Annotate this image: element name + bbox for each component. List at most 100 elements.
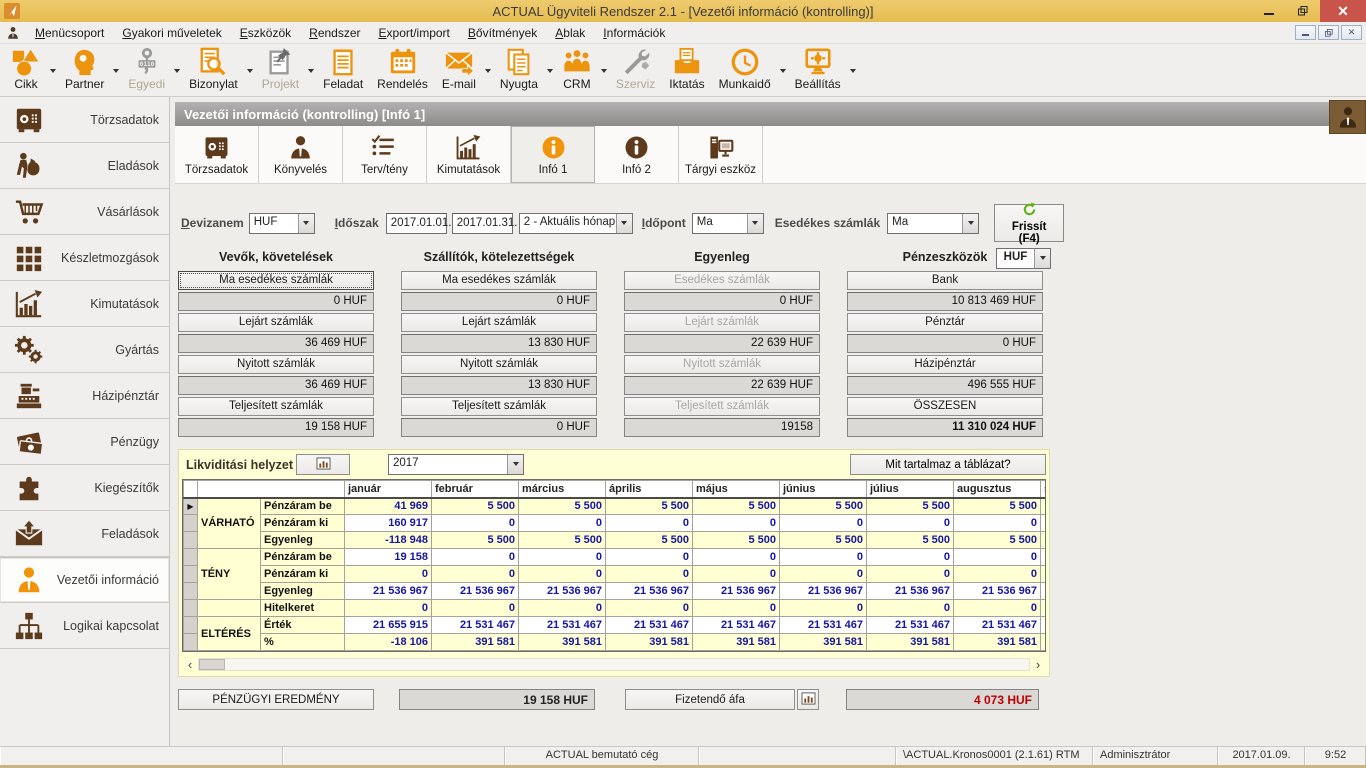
- cell-value[interactable]: 21 536 967: [606, 583, 693, 600]
- dropdown-arrow-icon[interactable]: [111, 44, 121, 97]
- pools-currency-combo[interactable]: HUF: [996, 248, 1051, 269]
- cell-value[interactable]: 0: [693, 515, 780, 532]
- cell-value[interactable]: 0: [867, 549, 954, 566]
- cell-value[interactable]: 21 531 467: [954, 617, 1041, 634]
- cell-value[interactable]: 391 581: [954, 634, 1041, 651]
- cell-value[interactable]: 21 531 467: [519, 617, 606, 634]
- cell-value[interactable]: 0: [432, 566, 519, 583]
- cell-value[interactable]: 0: [780, 600, 867, 617]
- financial-result-button[interactable]: PÉNZÜGYI EREDMÉNY: [178, 689, 374, 710]
- cell-value[interactable]: 0: [606, 566, 693, 583]
- tab-t-rzsadatok[interactable]: Törzsadatok: [175, 126, 259, 183]
- dropdown-arrow-icon[interactable]: [778, 44, 788, 97]
- cell-value[interactable]: 0: [345, 600, 432, 617]
- sidebar-item-k-szletmozg-sok[interactable]: Készletmozgások: [0, 235, 169, 281]
- toolbar-button-e-mail[interactable]: E-mail: [435, 44, 483, 91]
- row-selector[interactable]: [184, 600, 198, 617]
- menu-item-eszk-z-k[interactable]: Eszközök: [231, 22, 300, 43]
- cell-value[interactable]: 0: [693, 600, 780, 617]
- tab-kimutat-sok[interactable]: Kimutatások: [427, 126, 511, 183]
- sidebar-item-v-s-rl-sok[interactable]: Vásárlások: [0, 189, 169, 235]
- dropdown-arrow-icon[interactable]: [545, 44, 555, 97]
- cell-value[interactable]: 0: [867, 566, 954, 583]
- cell-value[interactable]: 0: [693, 566, 780, 583]
- cell-value[interactable]: 0: [606, 515, 693, 532]
- tab-inf-1[interactable]: Infó 1: [511, 126, 595, 183]
- cell-value[interactable]: 0: [519, 549, 606, 566]
- dropdown-arrow-icon[interactable]: [599, 44, 609, 97]
- cell-value[interactable]: 0: [867, 600, 954, 617]
- mdi-minimize-button[interactable]: [1295, 25, 1316, 40]
- cell-value[interactable]: 21 536 967: [867, 583, 954, 600]
- cell-value[interactable]: 5 500: [954, 498, 1041, 515]
- toolbar-button-feladat[interactable]: Feladat: [316, 44, 370, 91]
- toolbar-button-crm[interactable]: CRM: [555, 44, 599, 91]
- sidebar-item-kieg-sz-t-k[interactable]: Kiegészítők: [0, 465, 169, 511]
- sidebar-item-h-zip-nzt-r[interactable]: Házipénztár: [0, 373, 169, 419]
- cell-value[interactable]: 0: [780, 566, 867, 583]
- currency-combo[interactable]: HUF: [249, 213, 315, 234]
- dropdown-arrow-icon[interactable]: [306, 44, 316, 97]
- dropdown-arrow-icon[interactable]: [245, 44, 255, 97]
- cell-value[interactable]: 0: [954, 600, 1041, 617]
- sidebar-item-p-nz-gy[interactable]: Pénzügy: [0, 419, 169, 465]
- cell-value[interactable]: 5 500: [693, 498, 780, 515]
- cell-value[interactable]: 21 531 467: [606, 617, 693, 634]
- summary-button-h-zip-nzt-r[interactable]: Házipénztár: [847, 355, 1043, 374]
- cell-value[interactable]: 0: [867, 515, 954, 532]
- cell-value[interactable]: 21 536 967: [954, 583, 1041, 600]
- mdi-close-button[interactable]: ✕: [1341, 25, 1362, 40]
- toolbar-button-iktat-s[interactable]: Iktatás: [662, 44, 711, 91]
- date-to-field[interactable]: 2017.01.31.: [452, 213, 513, 234]
- period-combo[interactable]: 2 - Aktuális hónap: [519, 213, 633, 234]
- cell-value[interactable]: 0: [519, 515, 606, 532]
- menu-item-inform-ci-k[interactable]: Információk: [594, 22, 674, 43]
- cell-value[interactable]: 0: [780, 515, 867, 532]
- toolbar-button-bizonylat[interactable]: Bizonylat: [182, 44, 245, 91]
- summary-button-ma-esed-kes-sz-ml-k[interactable]: Ma esedékes számlák: [178, 271, 374, 290]
- chevron-down-icon[interactable]: [507, 455, 523, 474]
- cell-value[interactable]: 160 917: [345, 515, 432, 532]
- cell-value[interactable]: 21 531 467: [693, 617, 780, 634]
- toolbar-button-nyugta[interactable]: Nyugta: [493, 44, 545, 91]
- cell-value[interactable]: 5 500: [954, 532, 1041, 549]
- cell-value[interactable]: 21 536 967: [432, 583, 519, 600]
- cell-value[interactable]: 0: [954, 549, 1041, 566]
- cell-value[interactable]: 5 500: [780, 498, 867, 515]
- sidebar-item-felad-sok[interactable]: Feladások: [0, 511, 169, 557]
- vat-payable-button[interactable]: Fizetendő áfa: [625, 689, 795, 710]
- row-selector[interactable]: [184, 566, 198, 583]
- cell-value[interactable]: 5 500: [432, 498, 519, 515]
- chevron-down-icon[interactable]: [298, 214, 314, 233]
- cell-value[interactable]: 19 158: [345, 549, 432, 566]
- sidebar-item-t-rzsadatok[interactable]: Törzsadatok: [0, 97, 169, 143]
- scroll-left-icon[interactable]: ‹: [182, 657, 198, 672]
- menu-item-rendszer[interactable]: Rendszer: [300, 22, 369, 43]
- row-selector[interactable]: [184, 617, 198, 634]
- row-selector[interactable]: [184, 549, 198, 566]
- summary-button-bank[interactable]: Bank: [847, 271, 1043, 290]
- dropdown-arrow-icon[interactable]: [483, 44, 493, 97]
- minimize-button[interactable]: [1252, 0, 1286, 22]
- table-info-button[interactable]: Mit tartalmaz a táblázat?: [850, 454, 1046, 475]
- dropdown-arrow-icon[interactable]: [848, 44, 858, 97]
- dropdown-arrow-icon[interactable]: [172, 44, 182, 97]
- current-user-button[interactable]: [1329, 100, 1366, 134]
- tab-k-nyvel-s[interactable]: Könyvelés: [259, 126, 343, 183]
- toolbar-button-be-ll-t-s[interactable]: Beállítás: [788, 44, 848, 91]
- row-selector[interactable]: ▶: [184, 498, 198, 515]
- cell-value[interactable]: 5 500: [606, 532, 693, 549]
- close-button[interactable]: ✕: [1320, 0, 1366, 22]
- toolbar-button-munkaid[interactable]: Munkaidő: [712, 44, 778, 91]
- cell-value[interactable]: 21 536 967: [780, 583, 867, 600]
- menu-item-b-v-tm-nyek[interactable]: Bővítmények: [459, 22, 546, 43]
- cell-value[interactable]: 21 531 467: [780, 617, 867, 634]
- cell-value[interactable]: 0: [345, 566, 432, 583]
- liquidity-chart-button[interactable]: [296, 454, 350, 475]
- dropdown-arrow-icon[interactable]: [48, 44, 58, 97]
- cell-value[interactable]: 0: [954, 566, 1041, 583]
- cell-value[interactable]: 0: [519, 566, 606, 583]
- mdi-restore-button[interactable]: [1318, 25, 1339, 40]
- toolbar-button-partner[interactable]: Partner: [58, 44, 111, 91]
- cell-value[interactable]: 5 500: [867, 498, 954, 515]
